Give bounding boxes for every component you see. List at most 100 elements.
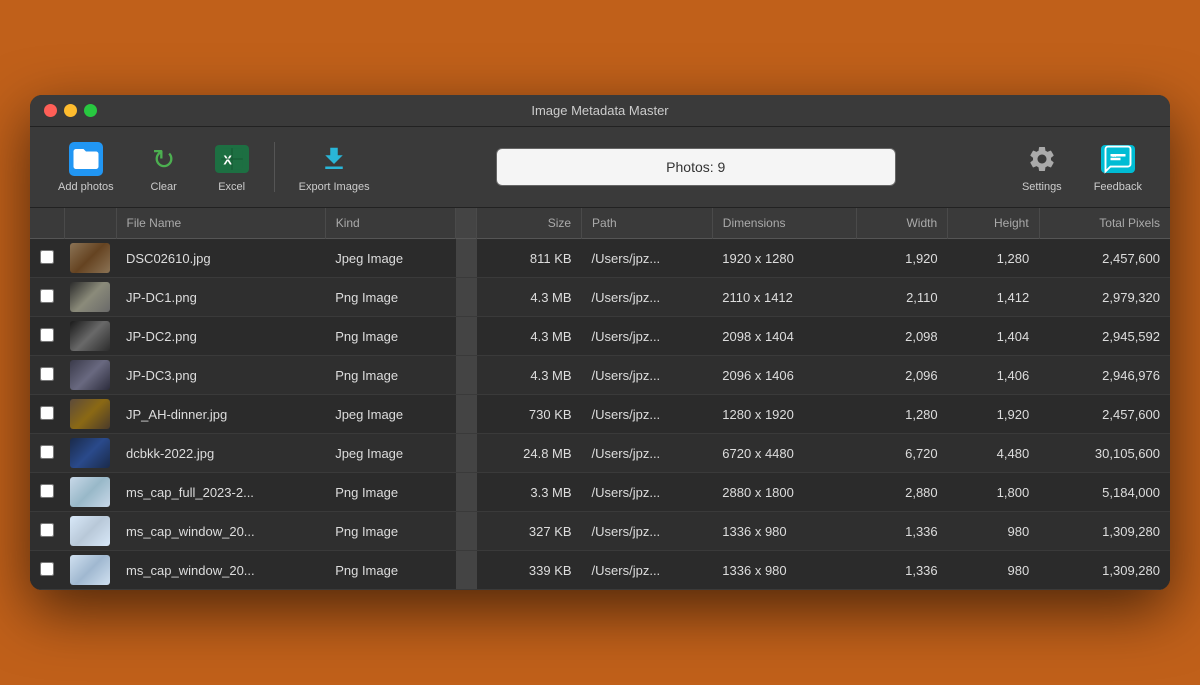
row-dimensions: 2880 x 1800 [712,473,856,512]
table-row[interactable]: JP-DC2.png Png Image 4.3 MB /Users/jpz..… [30,317,1170,356]
header-checkbox [30,208,64,239]
feedback-button[interactable]: " Feedback [1082,135,1154,199]
table-row[interactable]: JP-DC1.png Png Image 4.3 MB /Users/jpz..… [30,278,1170,317]
photos-count-input [496,148,896,186]
export-button[interactable]: Export Images [287,135,382,199]
row-width: 6,720 [856,434,948,473]
table-row[interactable]: DSC02610.jpg Jpeg Image 811 KB /Users/jp… [30,239,1170,278]
row-thumbnail-cell [64,473,116,512]
row-kind: Png Image [325,317,456,356]
row-checkbox[interactable] [40,250,54,264]
table-row[interactable]: ms_cap_window_20... Png Image 339 KB /Us… [30,551,1170,590]
table-row[interactable]: ms_cap_window_20... Png Image 327 KB /Us… [30,512,1170,551]
col-divider [456,208,477,239]
row-checkbox-cell [30,356,64,395]
row-checkbox[interactable] [40,406,54,420]
maximize-button[interactable] [84,104,97,117]
row-width: 2,098 [856,317,948,356]
row-checkbox-cell [30,239,64,278]
row-checkbox-cell [30,395,64,434]
row-thumbnail-cell [64,278,116,317]
row-checkbox[interactable] [40,562,54,576]
header-totalpixels[interactable]: Total Pixels [1039,208,1170,239]
row-width: 2,096 [856,356,948,395]
title-bar: Image Metadata Master [30,95,1170,127]
row-height: 1,920 [948,395,1040,434]
row-thumbnail-cell [64,395,116,434]
row-filename: ms_cap_full_2023-2... [116,473,325,512]
row-filename: JP_AH-dinner.jpg [116,395,325,434]
row-dimensions: 1280 x 1920 [712,395,856,434]
row-divider [456,278,477,317]
row-thumbnail-cell [64,551,116,590]
row-path: /Users/jpz... [582,356,713,395]
row-width: 1,920 [856,239,948,278]
row-width: 2,110 [856,278,948,317]
header-path[interactable]: Path [582,208,713,239]
add-photos-label: Add photos [58,181,114,193]
header-dimensions[interactable]: Dimensions [712,208,856,239]
table-row[interactable]: ms_cap_full_2023-2... Png Image 3.3 MB /… [30,473,1170,512]
clear-label: Clear [151,181,177,193]
header-size[interactable]: Size [477,208,582,239]
row-thumbnail-cell [64,512,116,551]
row-total-pixels: 5,184,000 [1039,473,1170,512]
row-height: 1,404 [948,317,1040,356]
close-button[interactable] [44,104,57,117]
row-checkbox[interactable] [40,328,54,342]
folder-icon [69,142,103,176]
thumbnail [70,360,110,390]
row-thumbnail-cell [64,317,116,356]
feedback-icon: " [1100,141,1136,177]
row-divider [456,434,477,473]
table-row[interactable]: dcbkk-2022.jpg Jpeg Image 24.8 MB /Users… [30,434,1170,473]
row-divider [456,356,477,395]
thumbnail [70,555,110,585]
table-header-row: File Name Kind Size Path Dimensions Widt… [30,208,1170,239]
clear-button[interactable]: ↻ Clear [134,135,194,199]
row-height: 980 [948,512,1040,551]
row-checkbox[interactable] [40,484,54,498]
header-height[interactable]: Height [948,208,1040,239]
row-dimensions: 2098 x 1404 [712,317,856,356]
row-size: 3.3 MB [477,473,582,512]
thumbnail [70,438,110,468]
row-checkbox[interactable] [40,289,54,303]
row-dimensions: 1336 x 980 [712,551,856,590]
row-filename: dcbkk-2022.jpg [116,434,325,473]
row-kind: Jpeg Image [325,434,456,473]
minimize-button[interactable] [64,104,77,117]
row-size: 4.3 MB [477,356,582,395]
row-checkbox[interactable] [40,523,54,537]
row-filename: ms_cap_window_20... [116,512,325,551]
file-table: File Name Kind Size Path Dimensions Widt… [30,208,1170,590]
row-divider [456,317,477,356]
table-row[interactable]: JP-DC3.png Png Image 4.3 MB /Users/jpz..… [30,356,1170,395]
svg-text:X: X [223,152,232,167]
row-path: /Users/jpz... [582,512,713,551]
header-width[interactable]: Width [856,208,948,239]
row-kind: Png Image [325,278,456,317]
header-filename[interactable]: File Name [116,208,325,239]
header-kind[interactable]: Kind [325,208,456,239]
table-row[interactable]: JP_AH-dinner.jpg Jpeg Image 730 KB /User… [30,395,1170,434]
photos-display-container [420,148,972,186]
excel-label: Excel [218,181,245,193]
row-kind: Png Image [325,512,456,551]
row-height: 1,406 [948,356,1040,395]
row-height: 1,412 [948,278,1040,317]
row-checkbox[interactable] [40,367,54,381]
row-size: 327 KB [477,512,582,551]
row-kind: Jpeg Image [325,239,456,278]
settings-icon [1024,141,1060,177]
excel-button[interactable]: X Excel [202,135,262,199]
add-photos-button[interactable]: Add photos [46,135,126,199]
row-total-pixels: 1,309,280 [1039,551,1170,590]
row-checkbox-cell [30,512,64,551]
row-checkbox[interactable] [40,445,54,459]
row-height: 1,280 [948,239,1040,278]
row-kind: Png Image [325,551,456,590]
feedback-logo: " [1101,145,1135,173]
settings-label: Settings [1022,181,1062,193]
settings-button[interactable]: Settings [1010,135,1074,199]
